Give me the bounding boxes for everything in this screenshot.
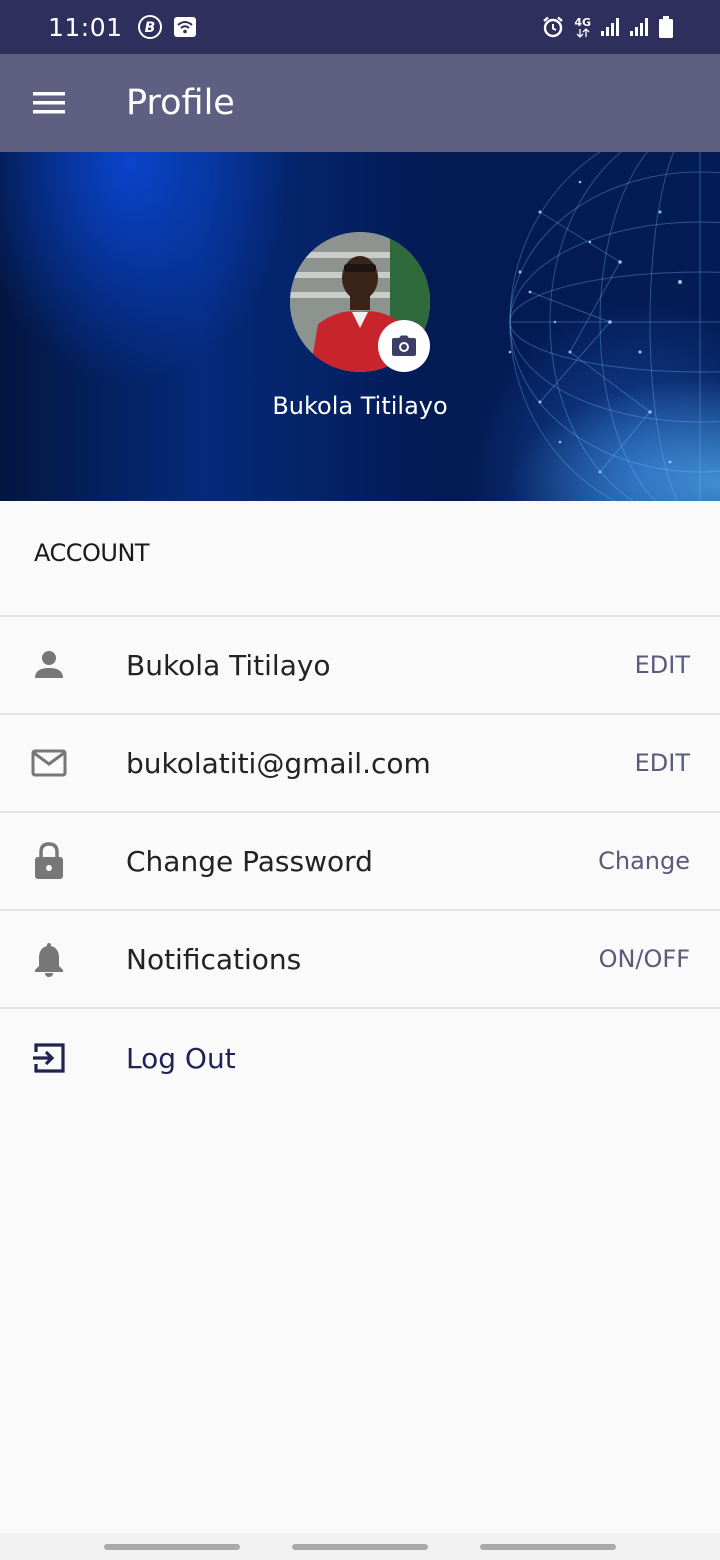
- account-email-label: bukolatiti@gmail.com: [126, 746, 431, 780]
- logout-label: Log Out: [126, 1041, 236, 1075]
- signal-icon: [600, 17, 620, 37]
- network-label: 4G: [574, 15, 591, 29]
- status-bar: 11:01 B 4G: [0, 0, 720, 54]
- system-nav-bar: [0, 1533, 720, 1560]
- bell-icon: [0, 941, 98, 977]
- alarm-icon: [541, 15, 565, 39]
- logout-row[interactable]: Log Out: [0, 1009, 720, 1107]
- nav-home-button[interactable]: [292, 1543, 428, 1550]
- change-password-label: Change Password: [126, 844, 373, 878]
- edit-email-button[interactable]: EDIT: [635, 749, 690, 777]
- status-time: 11:01: [48, 12, 123, 42]
- b-circle-icon: B: [137, 14, 163, 40]
- camera-icon: [392, 335, 416, 356]
- edit-name-button[interactable]: EDIT: [635, 651, 690, 679]
- profile-name: Bukola Titilayo: [272, 392, 448, 420]
- change-password-button[interactable]: Change: [598, 847, 690, 875]
- status-left-icons: B: [137, 14, 197, 40]
- change-photo-button[interactable]: [378, 320, 430, 372]
- app-bar: Profile: [0, 54, 720, 152]
- section-title: ACCOUNT: [34, 539, 150, 567]
- account-name-label: Bukola Titilayo: [126, 648, 331, 682]
- logout-icon: [0, 1042, 98, 1074]
- profile-banner: Bukola Titilayo: [0, 152, 720, 501]
- account-row-name: Bukola Titilayo EDIT: [0, 617, 720, 715]
- mail-icon: [0, 749, 98, 777]
- page-title: Profile: [126, 83, 235, 123]
- account-section-header: ACCOUNT: [0, 501, 720, 617]
- notifications-label: Notifications: [126, 942, 302, 976]
- nav-recents-button[interactable]: [104, 1543, 240, 1550]
- status-right-icons: 4G: [541, 15, 674, 39]
- svg-text:B: B: [144, 20, 155, 36]
- lock-icon: [0, 842, 98, 880]
- nav-back-button[interactable]: [480, 1543, 616, 1550]
- person-icon: [0, 649, 98, 681]
- hamburger-menu-icon: [33, 92, 65, 114]
- network-4g-icon: 4G: [574, 17, 591, 38]
- wifi-icon: [173, 16, 197, 38]
- notifications-toggle[interactable]: ON/OFF: [599, 945, 690, 973]
- signal-icon: [629, 17, 649, 37]
- menu-button[interactable]: [0, 54, 98, 152]
- account-row-email: bukolatiti@gmail.com EDIT: [0, 715, 720, 813]
- battery-icon: [658, 15, 674, 39]
- account-row-password: Change Password Change: [0, 813, 720, 911]
- network-globe-graphic: [508, 152, 720, 501]
- account-row-notifications: Notifications ON/OFF: [0, 911, 720, 1009]
